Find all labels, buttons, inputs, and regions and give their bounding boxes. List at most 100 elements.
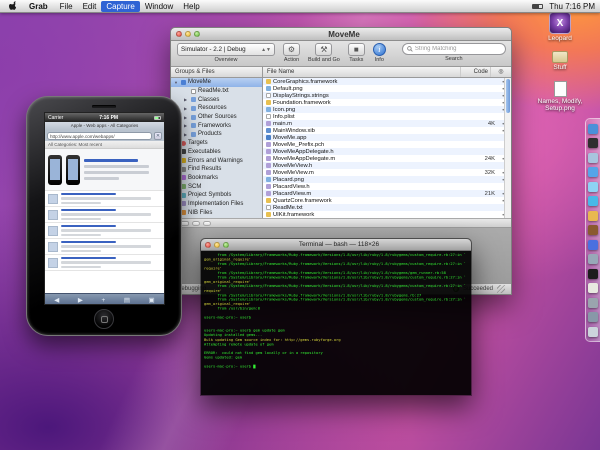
table-scrollbar[interactable] [504,78,511,218]
table-row[interactable]: Default.png ✓ [263,85,511,92]
dock-icon[interactable] [588,211,598,221]
table-row[interactable]: ReadMe.txt [263,204,511,211]
resize-grip[interactable] [497,285,505,293]
dock-icon[interactable] [588,225,598,235]
webpage-list-item[interactable] [45,255,164,271]
dock-icon[interactable] [588,153,598,163]
minimize-button[interactable] [214,242,220,248]
table-row[interactable]: MoveMe.app [263,134,511,141]
battery-icon[interactable] [532,4,543,9]
close-button[interactable] [205,242,211,248]
webpage-list-item[interactable] [45,239,164,255]
table-row[interactable]: MoveMeAppDelegate.m 24K ✓ [263,155,511,162]
dock-icon[interactable] [588,254,598,264]
table-row[interactable]: main.m 4K ✓ [263,120,511,127]
home-button[interactable] [94,309,114,329]
dock-icon[interactable] [588,167,598,177]
table-row[interactable]: PlacardView.h [263,183,511,190]
desktop-icon[interactable]: Names, Modify, Setup.png [536,81,584,113]
target-column-header[interactable]: ◎ [491,67,511,77]
table-row[interactable]: MoveMeAppDelegate.h [263,148,511,155]
dock-icon[interactable] [588,283,598,293]
menu-item[interactable]: Edit [78,1,102,12]
terminal-body[interactable]: from /System/Library/Frameworks/Ruby.fra… [201,251,471,395]
terminal-title-bar[interactable]: Terminal — bash — 118×26 [201,239,471,251]
table-row[interactable]: Placard.png ✓ [263,176,511,183]
desktop-icon[interactable]: X Leopard [548,12,572,42]
dock-icon[interactable] [588,298,598,308]
disclosure-triangle-icon[interactable]: ▼ [174,80,179,85]
pages-icon[interactable]: ▣ [149,296,155,304]
menu-item[interactable]: Help [178,1,204,12]
table-row[interactable]: MoveMeView.m 32K ✓ [263,169,511,176]
menu-item[interactable]: Capture [101,1,139,12]
sidebar-item[interactable]: ▶ Classes [171,95,262,104]
file-name-column-header[interactable]: File Name [263,67,461,77]
disclosure-triangle-icon[interactable]: ▶ [184,106,189,111]
sidebar-item[interactable]: ▶ Other Sources [171,113,262,122]
table-row[interactable]: MoveMe_Prefix.pch [263,141,511,148]
add-icon[interactable]: + [101,297,105,304]
sidebar-item[interactable]: ▼ MoveMe [171,78,262,87]
dock-icon[interactable] [588,196,598,206]
sidebar-item[interactable]: ▶ Resources [171,104,262,113]
table-row[interactable]: MoveMeView.h [263,162,511,169]
info-button[interactable]: i [373,43,386,56]
editor-breadcrumb-control[interactable] [203,221,211,226]
xcode-title-bar[interactable]: MoveMe [171,28,511,41]
app-menu-grab[interactable]: Grab [24,2,53,11]
table-row[interactable]: UIKit.framework ✓ [263,211,511,218]
dock-icon[interactable] [588,138,598,148]
url-field[interactable]: http://www.apple.com/webapps/ [47,132,152,140]
dock-icon[interactable] [588,269,598,279]
forward-icon[interactable]: ▶ [78,296,83,304]
scrollbar-thumb[interactable] [506,79,510,113]
disclosure-triangle-icon[interactable]: ▶ [184,97,189,102]
groups-files-header[interactable]: Groups & Files [171,67,263,77]
sidebar-item[interactable]: Project Symbols [171,191,262,200]
minimize-button[interactable] [185,31,191,37]
dock-icon[interactable] [588,312,598,322]
menu-item[interactable]: File [55,1,78,12]
sidebar-item[interactable]: ▶ Errors and Warnings [171,156,262,165]
menu-item[interactable]: Window [140,1,178,12]
dock-icon[interactable] [588,182,598,192]
webpage-list-item[interactable] [45,191,164,207]
sidebar-item[interactable]: ReadMe.txt [171,87,262,96]
webpage-list-item[interactable] [45,223,164,239]
table-row[interactable]: Icon.png ✓ [263,106,511,113]
sidebar-item[interactable]: ▶ NIB Files [171,208,262,217]
sidebar-item[interactable]: ▶ Implementation Files [171,200,262,209]
table-row[interactable]: Info.plist [263,113,511,120]
overview-popup[interactable]: Simulator - 2.2 | Debug ▲▼ [177,43,275,56]
disclosure-triangle-icon[interactable]: ▶ [184,123,189,128]
back-icon[interactable]: ◀ [54,296,59,304]
table-row[interactable]: PlacardView.m 21K ✓ [263,190,511,197]
table-row[interactable]: DisplayStrings.strings ✓ [263,92,511,99]
bookmarks-icon[interactable]: ▤ [124,296,130,304]
sidebar-item[interactable]: ▶ Targets [171,139,262,148]
webpage-list-item[interactable] [45,207,164,223]
dock-icon[interactable] [588,327,598,337]
code-column-header[interactable]: Code [461,67,491,77]
disclosure-triangle-icon[interactable]: ▶ [184,132,189,137]
sidebar-item[interactable]: ▶ Executables [171,148,262,157]
sidebar-item[interactable]: ▶ SCM [171,182,262,191]
tasks-button[interactable]: ■ [348,43,365,56]
table-row[interactable]: Foundation.framework ✓ [263,99,511,106]
table-row[interactable]: QuartzCore.framework ✓ [263,197,511,204]
sidebar-item[interactable]: ▶ Frameworks [171,121,262,130]
table-row[interactable]: MainWindow.xib ✓ [263,127,511,134]
build-and-go-button[interactable]: ⚒ [315,43,332,56]
dock-icon[interactable] [588,240,598,250]
dock-icon[interactable] [588,124,598,134]
desktop-icon[interactable]: Stuff [552,51,568,71]
menu-bar-clock[interactable]: Thu 7:16 PM [549,2,595,11]
sidebar-item[interactable]: ▶ Products [171,130,262,139]
sidebar-item[interactable]: ▶ Bookmarks [171,174,262,183]
table-row[interactable]: CoreGraphics.framework ✓ [263,78,511,85]
apple-menu[interactable] [5,1,22,11]
editor-bookmark-control[interactable] [192,221,200,226]
close-button[interactable] [176,31,182,37]
disclosure-triangle-icon[interactable]: ▶ [184,115,189,120]
